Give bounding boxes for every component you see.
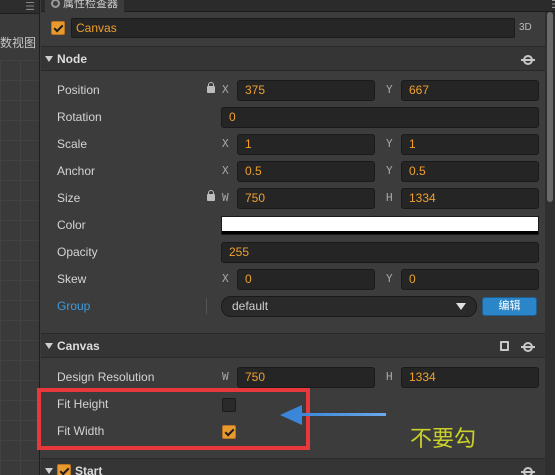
prop-label: Rotation [57,110,102,124]
axis-label: H [386,191,393,204]
tab-menu-icon[interactable]: ☰ [551,0,555,11]
prop-label: Color [57,218,86,232]
gear-icon[interactable] [521,467,535,475]
axis-label: X [222,83,229,96]
design-height-input[interactable]: 1334 [401,367,539,388]
gear-icon[interactable] [521,55,535,65]
axis-label: W [222,370,229,383]
prop-opacity: Opacity 255 [41,239,545,266]
inspector-gear-icon [51,0,60,8]
axis-label: X [222,164,229,177]
prop-position: Position X 375 Y 667 [41,77,545,104]
inspector-tabbar: 属性检查器 ☰ [41,0,555,12]
skew-y-input[interactable]: 0 [401,269,539,290]
section-node-title: Node [57,52,87,66]
scrollbar-thumb[interactable] [547,12,553,202]
start-enabled-checkbox[interactable] [57,464,71,475]
prop-size: Size W 750 H 1334 [41,185,545,212]
prop-rotation: Rotation 0 [41,104,545,131]
section-canvas-header[interactable]: Canvas [41,333,545,358]
node-enabled-checkbox[interactable] [51,21,65,35]
lock-icon[interactable] [207,82,215,93]
prop-label: Position [57,83,100,97]
prop-label: Design Resolution [57,370,155,384]
axis-label: Y [386,164,393,177]
scene-panel: ☰ 数视图 [0,0,40,475]
opacity-input[interactable]: 255 [221,242,539,263]
axis-label: W [222,191,229,204]
section-start-header[interactable]: Start [41,458,545,475]
collapse-arrow-icon[interactable] [45,56,53,62]
collapse-arrow-icon[interactable] [45,343,53,349]
position-x-input[interactable]: 375 [237,80,375,101]
divider [206,298,207,314]
tab-inspector-label: 属性检查器 [63,0,118,10]
prop-anchor: Anchor X 0.5 Y 0.5 [41,158,545,185]
axis-label: X [222,137,229,150]
help-book-icon[interactable] [500,341,509,351]
size-width-input[interactable]: 750 [237,188,375,209]
design-width-input[interactable]: 750 [237,367,375,388]
color-picker[interactable] [221,216,539,235]
annotation-text: 不要勾 [410,427,477,452]
position-y-input[interactable]: 667 [401,80,539,101]
anchor-y-input[interactable]: 0.5 [401,161,539,182]
annotation-arrow [298,413,386,416]
node-name-field[interactable]: Canvas [71,18,515,38]
section-start-title: Start [75,464,103,475]
3d-toggle[interactable]: 3D [519,22,532,33]
prop-label: Opacity [57,245,98,259]
prop-design-resolution: Design Resolution W 750 H 1334 [41,364,545,391]
axis-label: Y [386,272,393,285]
scale-x-input[interactable]: 1 [237,134,375,155]
prop-label: Skew [57,272,87,286]
collapse-arrow-icon[interactable] [45,468,53,474]
chevron-down-icon [456,303,466,310]
skew-x-input[interactable]: 0 [237,269,375,290]
anchor-x-input[interactable]: 0.5 [237,161,375,182]
prop-color: Color [41,212,545,239]
scale-y-input[interactable]: 1 [401,134,539,155]
size-height-input[interactable]: 1334 [401,188,539,209]
prop-label: Size [57,191,81,205]
axis-label: Y [386,137,393,150]
group-link[interactable]: Group [57,299,90,313]
scene-panel-title: 数视图 [0,36,37,50]
lock-icon[interactable] [207,190,215,201]
annotation-highlight-box [37,388,310,450]
axis-label: X [222,272,229,285]
inspector-scrollbar[interactable] [545,12,555,475]
prop-label: Anchor [57,164,96,178]
rotation-input[interactable]: 0 [221,107,539,128]
prop-skew: Skew X 0 Y 0 [41,266,545,293]
scene-grid [0,60,39,475]
tab-inspector[interactable]: 属性检查器 [45,0,124,12]
panel-menu-icon[interactable]: ☰ [25,0,35,13]
section-canvas-title: Canvas [57,339,100,353]
node-header: Canvas 3D [41,14,545,42]
group-select[interactable]: default [221,296,477,317]
prop-label: Scale [57,137,88,151]
axis-label: Y [386,83,393,96]
edit-group-button[interactable]: 编辑 [482,297,537,316]
section-node-header[interactable]: Node [41,46,545,71]
annotation-arrow-head-icon [280,405,302,425]
prop-scale: Scale X 1 Y 1 [41,131,545,158]
prop-group: Group default 编辑 [41,293,545,320]
group-select-value: default [232,299,269,313]
gear-icon[interactable] [521,342,535,352]
axis-label: H [386,370,393,383]
